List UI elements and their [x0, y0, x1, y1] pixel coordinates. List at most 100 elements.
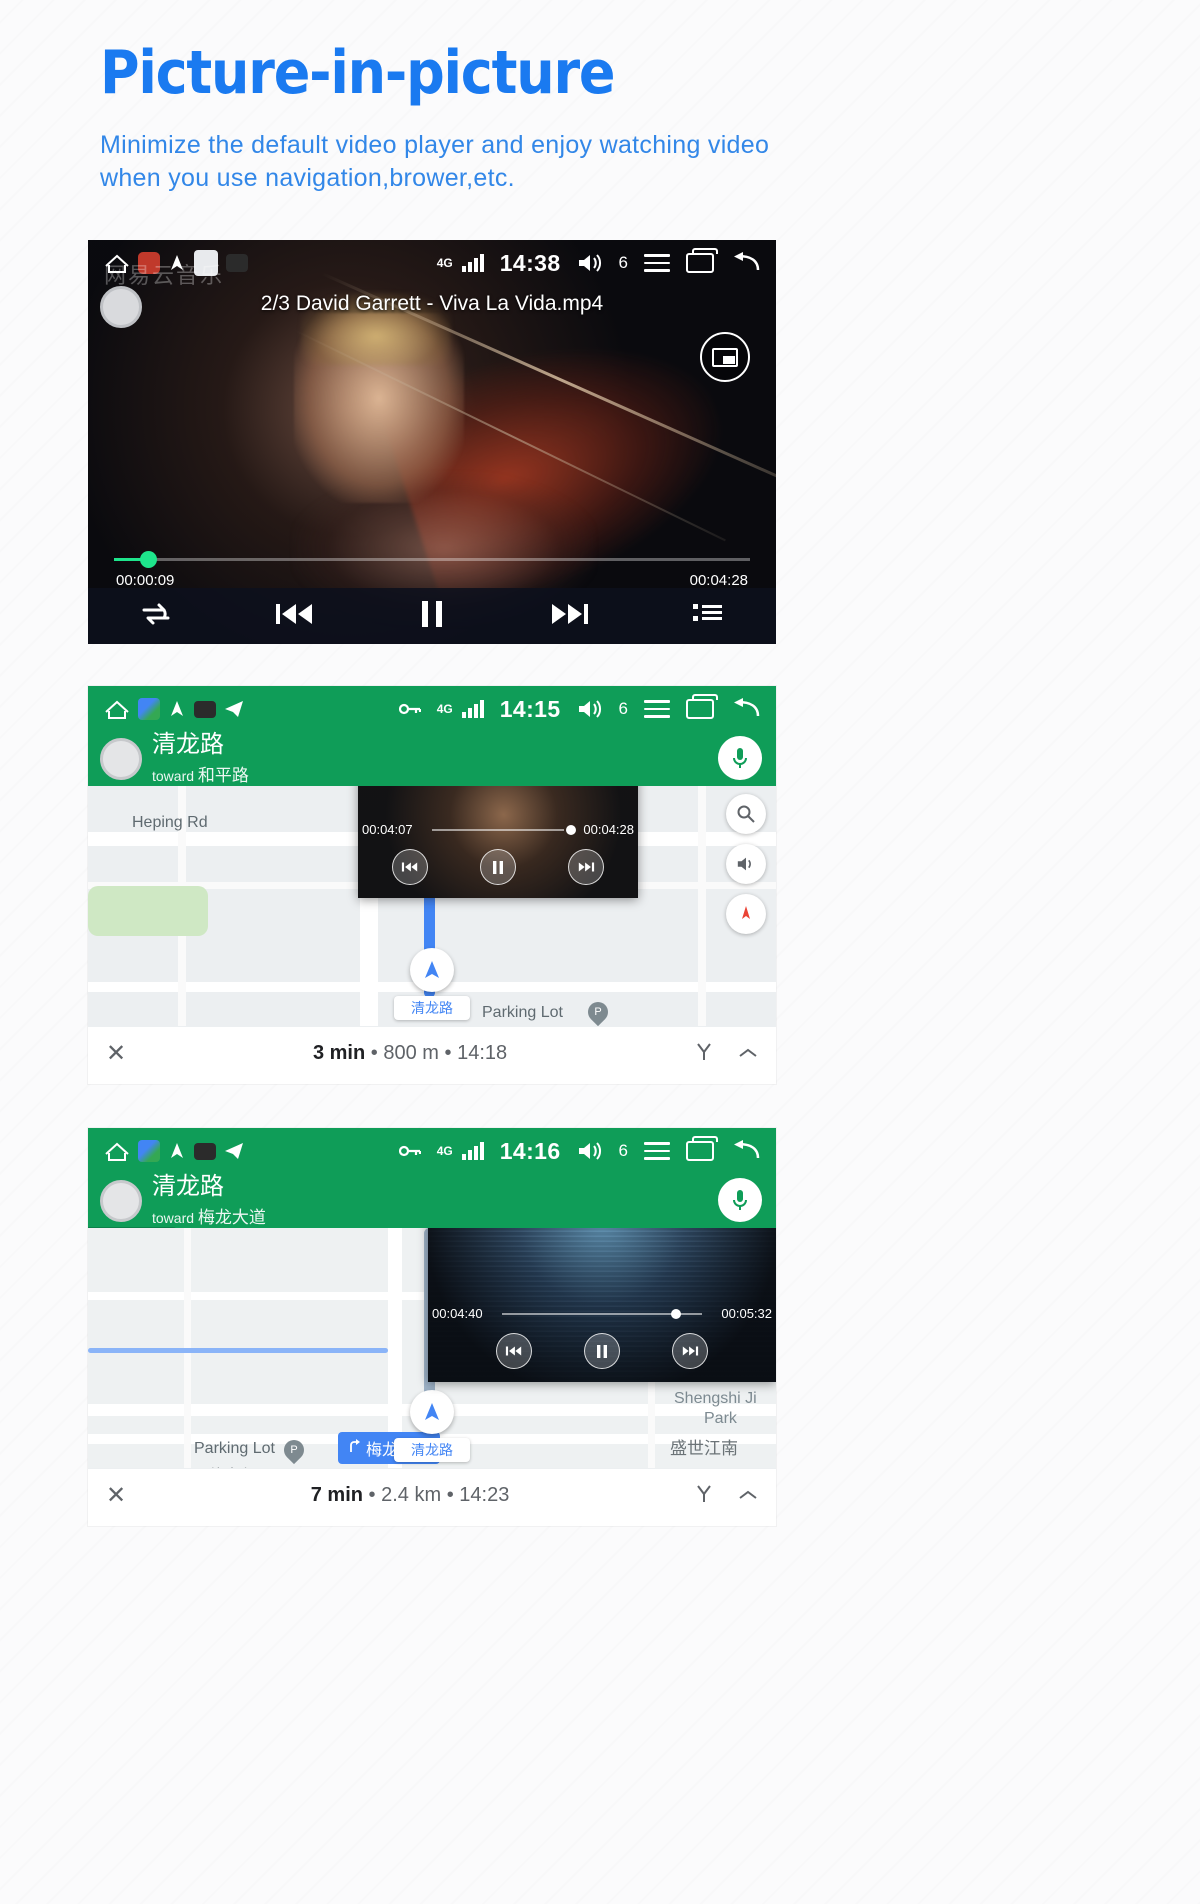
- map-canvas[interactable]: Parking Lot 停车场 P 梅龙大道 Shengshi Ji Park …: [88, 1228, 776, 1468]
- app-icon-telegram[interactable]: [224, 1142, 244, 1160]
- back-arrow-icon[interactable]: [730, 698, 760, 720]
- pip-seek-thumb[interactable]: [671, 1309, 681, 1319]
- hamburger-menu-icon[interactable]: [644, 695, 670, 723]
- pip-video-window[interactable]: ✕ 00:04:07 00:04:28: [358, 786, 638, 898]
- pip-video-window[interactable]: ✕ 00:04:40 00:05:32: [428, 1228, 776, 1382]
- eta-separator-1: •: [368, 1484, 376, 1506]
- hamburger-menu-icon[interactable]: [644, 1137, 670, 1165]
- status-bar-right-icons: 4G 14:16 6: [398, 1136, 760, 1165]
- pip-seek-bar[interactable]: 00:04:40 00:05:32: [428, 1304, 776, 1324]
- video-stage[interactable]: 4G 14:38 6 网易云音乐 2/3 David Garrett - Viv…: [88, 240, 776, 644]
- recents-icon[interactable]: [686, 694, 718, 719]
- pause-icon[interactable]: [417, 598, 447, 635]
- footer-actions: [694, 1483, 758, 1509]
- signal-group: 4G: [437, 1142, 484, 1160]
- app-icon-youtube[interactable]: [194, 1142, 216, 1160]
- android-status-bar: 4G 14:15 6: [88, 686, 776, 732]
- pip-current-time: 00:04:07: [362, 822, 413, 837]
- eta-summary: 3 min • 800 m • 14:18: [126, 1042, 694, 1065]
- volume-icon[interactable]: [577, 698, 603, 720]
- app-icon-maps[interactable]: [138, 1140, 160, 1162]
- signal-bars-icon: [461, 700, 484, 718]
- signal-bars-icon: [461, 254, 484, 272]
- back-arrow-icon[interactable]: [730, 252, 760, 274]
- back-arrow-icon[interactable]: [730, 1140, 760, 1162]
- app-icon-youtube[interactable]: [226, 254, 248, 272]
- pause-icon[interactable]: [584, 1333, 620, 1369]
- network-type-label: 4G: [436, 1144, 453, 1158]
- subtitle-line-2: when you use navigation,brower,etc.: [100, 164, 515, 193]
- parking-pin-icon[interactable]: P: [583, 997, 613, 1026]
- previous-track-icon[interactable]: [392, 849, 428, 885]
- app-icon-youtube[interactable]: [194, 700, 216, 718]
- network-type-label: 4G: [436, 256, 453, 270]
- previous-track-icon[interactable]: [496, 1333, 532, 1369]
- app-icon-telegram[interactable]: [224, 700, 244, 718]
- pip-seek-thumb[interactable]: [566, 825, 576, 835]
- seek-track[interactable]: [114, 558, 750, 561]
- map-canvas[interactable]: Heping Rd Heping Rd Parking Lot 停车场 P 清龙…: [88, 786, 776, 1026]
- video-seek-bar[interactable]: 00:00:09 00:04:28: [88, 548, 776, 589]
- navigation-screenshot-2: 4G 14:16 6 清龙路 toward 梅龙大道 Then: [88, 1128, 776, 1526]
- volume-level: 6: [618, 253, 628, 272]
- alternate-route-icon[interactable]: [694, 1483, 714, 1509]
- search-icon[interactable]: [726, 794, 766, 834]
- microphone-icon[interactable]: [718, 1178, 762, 1222]
- pip-seek-bar[interactable]: 00:04:07 00:04:28: [358, 820, 638, 840]
- volume-icon[interactable]: [726, 844, 766, 884]
- eta-summary: 7 min • 2.4 km • 14:23: [126, 1484, 694, 1507]
- page-title: Picture-in-picture: [100, 38, 616, 108]
- signal-group: 4G: [437, 254, 484, 272]
- map-label-right-en: Shengshi Ji: [674, 1390, 757, 1407]
- volume-icon[interactable]: [577, 252, 603, 274]
- home-knob-button[interactable]: [100, 1180, 142, 1222]
- signal-bars-icon: [461, 1142, 484, 1160]
- map-park-area: [88, 886, 208, 936]
- close-icon[interactable]: ✕: [106, 1039, 126, 1068]
- pause-icon[interactable]: [480, 849, 516, 885]
- navigation-instruction-bar: 清龙路 toward 和平路: [88, 731, 776, 786]
- compass-icon[interactable]: [726, 894, 766, 934]
- alternate-route-icon[interactable]: [694, 1041, 714, 1067]
- pip-total-time: 00:05:32: [721, 1306, 772, 1321]
- next-track-icon[interactable]: [568, 849, 604, 885]
- recents-icon[interactable]: [686, 1136, 718, 1161]
- hamburger-menu-icon[interactable]: [644, 249, 670, 277]
- volume-icon[interactable]: [577, 1140, 603, 1162]
- pip-control-bar: [428, 1328, 776, 1374]
- parking-pin-icon[interactable]: P: [279, 1435, 309, 1465]
- pip-seek-track[interactable]: [432, 829, 564, 831]
- map-label-right-cn: 盛世江南: [670, 1439, 738, 1458]
- repeat-icon[interactable]: [139, 601, 173, 632]
- eta-arrival: 14:18: [457, 1042, 508, 1064]
- app-icon-navigation[interactable]: [168, 1142, 186, 1160]
- next-track-icon[interactable]: [672, 1333, 708, 1369]
- close-icon[interactable]: ✕: [106, 1481, 126, 1510]
- playlist-icon[interactable]: [691, 601, 725, 632]
- previous-track-icon[interactable]: [274, 599, 316, 634]
- microphone-icon[interactable]: [718, 736, 762, 780]
- home-knob-button[interactable]: [100, 738, 142, 780]
- chevron-up-icon[interactable]: [738, 1484, 758, 1507]
- eta-duration: 3 min: [312, 1042, 366, 1064]
- home-icon[interactable]: [104, 1140, 130, 1162]
- chevron-up-icon[interactable]: [738, 1042, 758, 1065]
- puck-road-label: 清龙路: [394, 996, 470, 1020]
- status-clock: 14:16: [499, 1137, 561, 1164]
- total-time: 00:04:28: [689, 572, 748, 589]
- recents-icon[interactable]: [686, 248, 718, 273]
- eta-arrival: 14:23: [459, 1484, 510, 1506]
- toward-road: 和平路: [197, 765, 249, 785]
- picture-in-picture-button[interactable]: [700, 332, 750, 382]
- app-icon-maps[interactable]: [138, 698, 160, 720]
- current-road: 清龙路: [152, 731, 224, 759]
- status-clock: 14:38: [499, 249, 561, 276]
- home-icon[interactable]: [104, 698, 130, 720]
- route-line-secondary: [88, 1348, 388, 1353]
- pip-current-time: 00:04:40: [432, 1306, 483, 1321]
- seek-thumb[interactable]: [140, 551, 157, 568]
- navigation-footer-2: ✕ 7 min • 2.4 km • 14:23: [88, 1468, 776, 1522]
- app-icon-navigation[interactable]: [168, 700, 186, 718]
- next-track-icon[interactable]: [548, 599, 590, 634]
- navigation-instruction-text: 清龙路 toward 梅龙大道: [152, 1173, 266, 1227]
